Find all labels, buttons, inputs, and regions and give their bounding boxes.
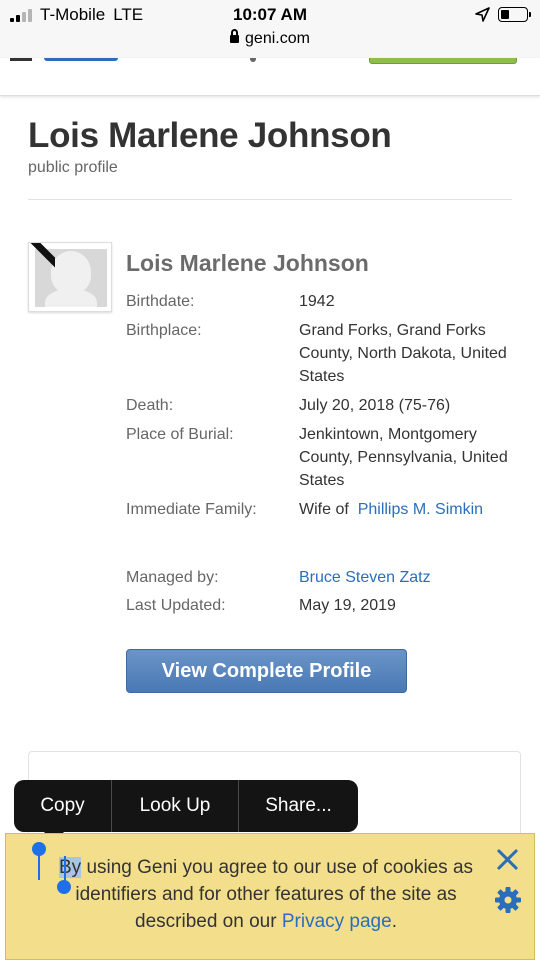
birthdate-label: Birthdate: xyxy=(126,293,195,310)
status-bar: T-Mobile LTE 10:07 AM geni.com xyxy=(0,0,540,58)
spouse-link[interactable]: Phillips M. Simkin xyxy=(358,501,483,518)
header-action-button[interactable] xyxy=(369,58,517,64)
text-selection-menu: Copy Look Up Share... xyxy=(14,780,358,832)
view-complete-profile-button[interactable]: View Complete Profile xyxy=(126,649,407,693)
selection-end-handle[interactable] xyxy=(57,880,71,894)
battery-icon xyxy=(498,7,531,22)
page-subtitle: public profile xyxy=(28,159,118,176)
birthplace-label: Birthplace: xyxy=(126,322,202,339)
lock-icon xyxy=(230,29,240,43)
profile-name: Lois Marlene Johnson xyxy=(126,250,369,276)
location-arrow-icon xyxy=(475,7,490,22)
gear-icon[interactable] xyxy=(494,886,522,914)
death-value: July 20, 2018 (75-76) xyxy=(299,397,451,414)
copy-menu-item[interactable]: Copy xyxy=(14,780,111,832)
url-text: geni.com xyxy=(245,30,310,47)
death-label: Death: xyxy=(126,397,174,414)
page-title: Lois Marlene Johnson xyxy=(28,116,392,155)
burial-label: Place of Burial: xyxy=(126,426,234,443)
site-header xyxy=(0,58,540,96)
menu-icon[interactable] xyxy=(10,58,32,61)
share-menu-item[interactable]: Share... xyxy=(239,780,358,832)
avatar[interactable] xyxy=(28,242,112,312)
close-icon[interactable] xyxy=(496,848,518,870)
url-bar[interactable]: geni.com xyxy=(0,29,540,48)
family-value: Wife of Phillips M. Simkin xyxy=(299,498,514,521)
family-label: Immediate Family: xyxy=(126,501,257,518)
managed-label: Managed by: xyxy=(126,569,219,586)
burial-value: Jenkintown, Montgomery County, Pennsylva… xyxy=(299,426,508,489)
selected-text[interactable]: By xyxy=(58,857,82,878)
cookie-text-end: . xyxy=(391,911,397,932)
updated-value: May 19, 2019 xyxy=(299,597,396,614)
updated-label: Last Updated: xyxy=(126,597,226,614)
pin-icon[interactable] xyxy=(250,58,256,62)
birthdate-value: 1942 xyxy=(299,293,335,310)
cookie-banner: By using Geni you agree to our use of co… xyxy=(5,833,535,960)
look-up-menu-item[interactable]: Look Up xyxy=(112,780,238,832)
privacy-page-link[interactable]: Privacy page xyxy=(282,911,392,932)
birthplace-value: Grand Forks, Grand Forks County, North D… xyxy=(299,322,507,385)
selection-start-bar xyxy=(38,852,40,880)
manager-link[interactable]: Bruce Steven Zatz xyxy=(299,566,514,589)
divider xyxy=(28,199,512,200)
cookie-message: By using Geni you agree to our use of co… xyxy=(36,854,496,935)
status-right xyxy=(475,7,531,22)
geni-logo[interactable] xyxy=(44,58,118,61)
cookie-text: using Geni you agree to our use of cooki… xyxy=(75,857,474,932)
clock: 10:07 AM xyxy=(232,5,307,24)
mourning-ribbon-icon xyxy=(29,243,55,269)
family-prefix: Wife of xyxy=(299,501,349,518)
